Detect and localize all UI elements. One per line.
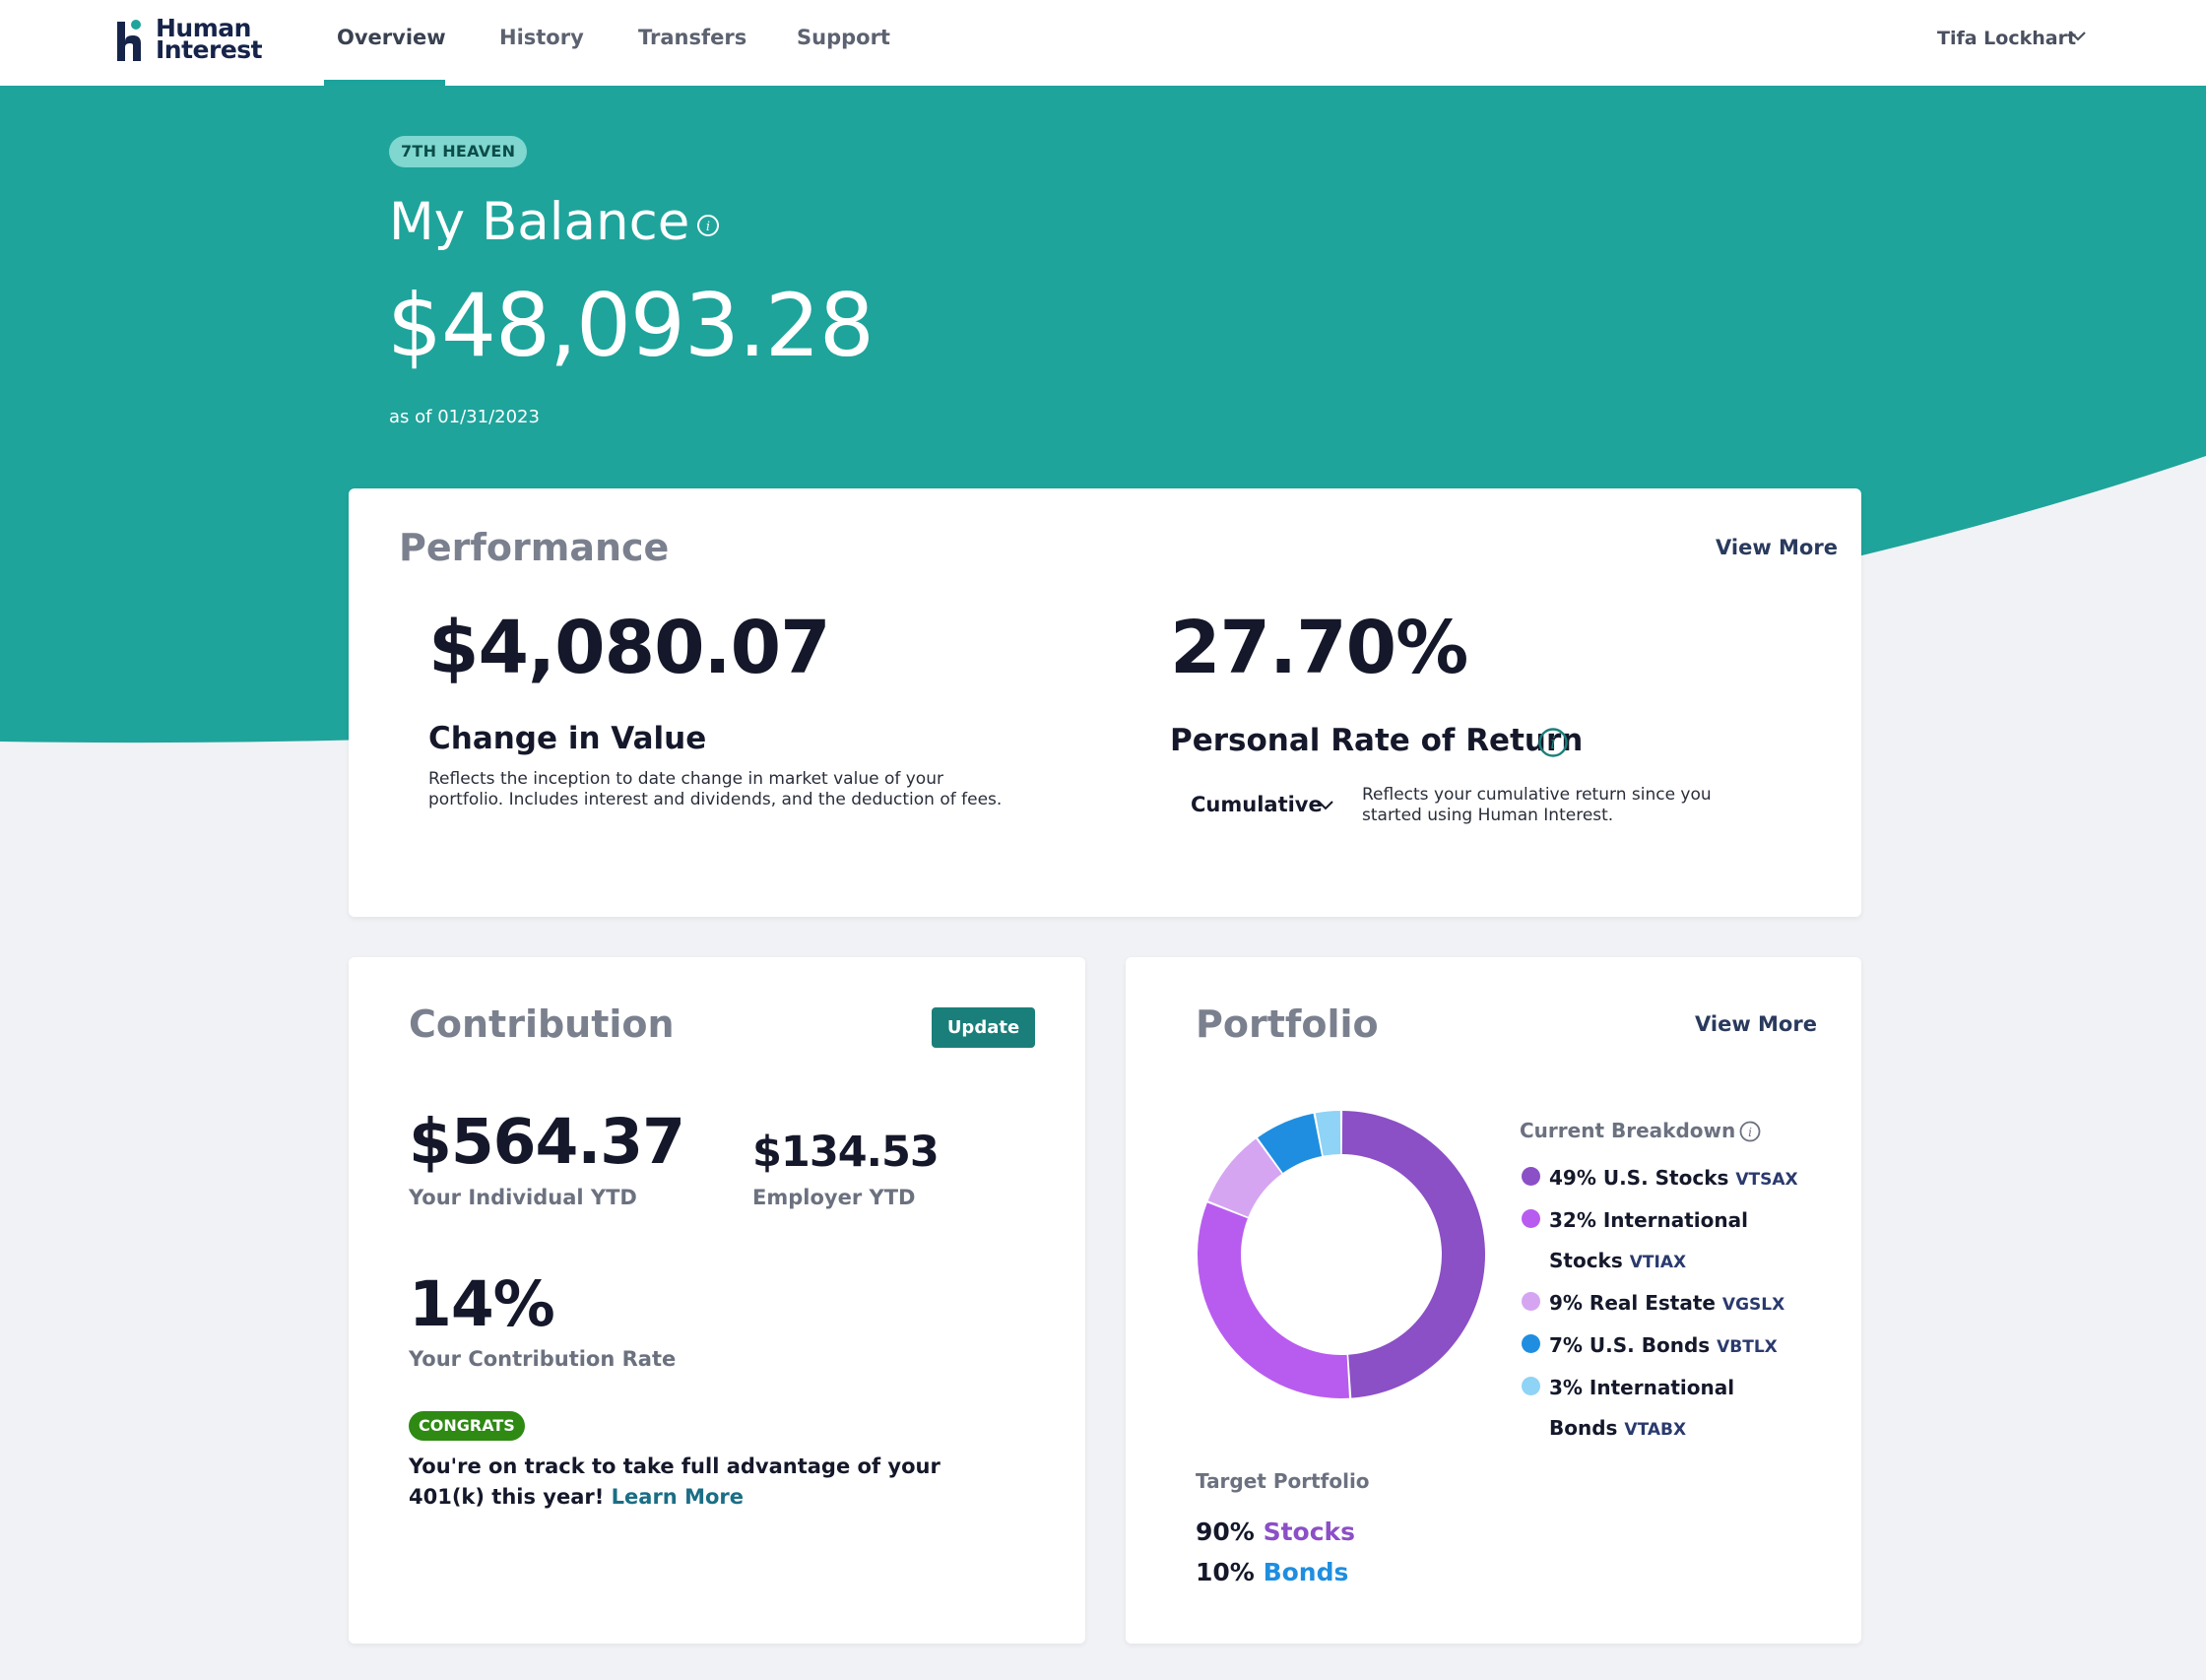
tab-support[interactable]: Support	[797, 26, 890, 49]
legend-item: 49% U.S. Stocks VTSAX	[1520, 1158, 1835, 1200]
user-menu[interactable]: Tifa Lockhart	[1937, 28, 2076, 49]
target-portfolio-title: Target Portfolio	[1196, 1469, 1370, 1493]
legend-dot	[1522, 1377, 1540, 1395]
employer-ytd-label: Employer YTD	[752, 1186, 916, 1209]
svg-text:i: i	[1550, 734, 1555, 753]
target-stocks: 90% Stocks	[1196, 1518, 1355, 1546]
legend-item: 32% International Stocks VTIAX	[1520, 1200, 1766, 1283]
holding-ticker: VBTLX	[1717, 1337, 1778, 1357]
holding-ticker: VGSLX	[1721, 1295, 1785, 1315]
legend-dot	[1522, 1209, 1540, 1228]
portfolio-view-more-link[interactable]: View More	[1695, 1012, 1817, 1036]
description-line: Reflects the inception to date change in…	[428, 769, 943, 789]
target-percent: 10%	[1196, 1558, 1255, 1586]
legend-item: 9% Real Estate VGSLX	[1520, 1283, 1835, 1325]
svg-text:i: i	[1748, 1126, 1752, 1139]
top-navigation-bar: Human Interest Overview History Transfer…	[0, 0, 2206, 86]
info-icon[interactable]: i	[1739, 1121, 1761, 1142]
svg-text:i: i	[706, 220, 710, 234]
target-asset-name: Stocks	[1263, 1518, 1356, 1546]
congrats-badge: CONGRATS	[409, 1411, 525, 1441]
legend-dot	[1522, 1167, 1540, 1186]
current-breakdown-title: Current Breakdown	[1520, 1119, 1736, 1142]
info-icon[interactable]: i	[696, 214, 720, 237]
holding-name: 49% U.S. Stocks	[1549, 1166, 1729, 1190]
portfolio-title: Portfolio	[1196, 1002, 1379, 1046]
change-in-value-description: Reflects the inception to date change in…	[428, 769, 1002, 810]
legend-dot	[1522, 1292, 1540, 1311]
on-track-message: You're on track to take full advantage o…	[409, 1452, 1019, 1513]
rate-of-return-value: 27.70%	[1170, 606, 1468, 690]
rate-of-return-label: Personal Rate of Return	[1170, 723, 1584, 758]
legend-item: 3% International Bonds VTABX	[1520, 1368, 1795, 1451]
target-bonds: 10% Bonds	[1196, 1558, 1348, 1586]
target-asset-name: Bonds	[1263, 1558, 1349, 1586]
chevron-down-icon[interactable]	[2068, 30, 2088, 43]
active-tab-indicator	[324, 80, 445, 86]
balance-amount: $48,093.28	[387, 275, 875, 376]
tab-history[interactable]: History	[499, 26, 584, 49]
update-contribution-button[interactable]: Update	[932, 1007, 1035, 1048]
balance-title: My Balance	[389, 192, 690, 252]
performance-card: Performance View More $4,080.07 Change i…	[349, 488, 1861, 917]
portfolio-card: Portfolio View More Current Breakdown i …	[1126, 957, 1861, 1644]
legend-dot	[1522, 1334, 1540, 1353]
individual-ytd-amount: $564.37	[409, 1106, 685, 1178]
contribution-title: Contribution	[409, 1002, 675, 1046]
tab-transfers[interactable]: Transfers	[638, 26, 746, 49]
tab-overview[interactable]: Overview	[337, 26, 446, 49]
holding-name: 9% Real Estate	[1549, 1291, 1716, 1315]
logo-mark-icon	[117, 20, 141, 61]
plan-name-badge: 7TH HEAVEN	[389, 136, 528, 167]
holding-ticker: VTABX	[1624, 1420, 1687, 1440]
info-icon[interactable]: i	[1537, 727, 1569, 758]
learn-more-link[interactable]: Learn More	[612, 1485, 744, 1509]
logo-wordmark: Human Interest	[156, 16, 263, 64]
holding-ticker: VTSAX	[1735, 1170, 1798, 1190]
balance-as-of-date: as of 01/31/2023	[389, 407, 540, 427]
holding-ticker: VTIAX	[1629, 1253, 1687, 1272]
target-percent: 90%	[1196, 1518, 1255, 1546]
donut-slice-vtiax	[1198, 1202, 1350, 1398]
legend-item: 7% U.S. Bonds VBTLX	[1520, 1325, 1835, 1368]
rate-of-return-description: Reflects your cumulative return since yo…	[1362, 785, 1712, 826]
employer-ytd-amount: $134.53	[752, 1128, 940, 1177]
description-line: Reflects your cumulative return since yo…	[1362, 785, 1712, 805]
return-period-dropdown[interactable]: Cumulative	[1191, 793, 1323, 816]
holdings-legend: 49% U.S. Stocks VTSAX 32% International …	[1520, 1158, 1835, 1451]
portfolio-donut-chart	[1198, 1111, 1485, 1398]
chevron-down-icon[interactable]	[1317, 800, 1334, 811]
description-line: portfolio. Includes interest and dividen…	[428, 790, 1003, 809]
change-in-value-amount: $4,080.07	[428, 606, 831, 690]
performance-view-more-link[interactable]: View More	[1716, 536, 1838, 559]
logo-line-2: Interest	[156, 35, 263, 64]
human-interest-logo[interactable]: Human Interest	[115, 16, 263, 65]
change-in-value-label: Change in Value	[428, 721, 707, 756]
contribution-rate-label: Your Contribution Rate	[409, 1347, 677, 1371]
contribution-rate: 14%	[409, 1268, 555, 1340]
holding-name: 7% U.S. Bonds	[1549, 1333, 1711, 1357]
performance-title: Performance	[399, 526, 670, 569]
individual-ytd-label: Your Individual YTD	[409, 1186, 637, 1209]
description-line: started using Human Interest.	[1362, 806, 1614, 825]
donut-slice-vtsax	[1341, 1111, 1485, 1398]
contribution-card: Contribution Update $564.37 Your Individ…	[349, 957, 1085, 1644]
